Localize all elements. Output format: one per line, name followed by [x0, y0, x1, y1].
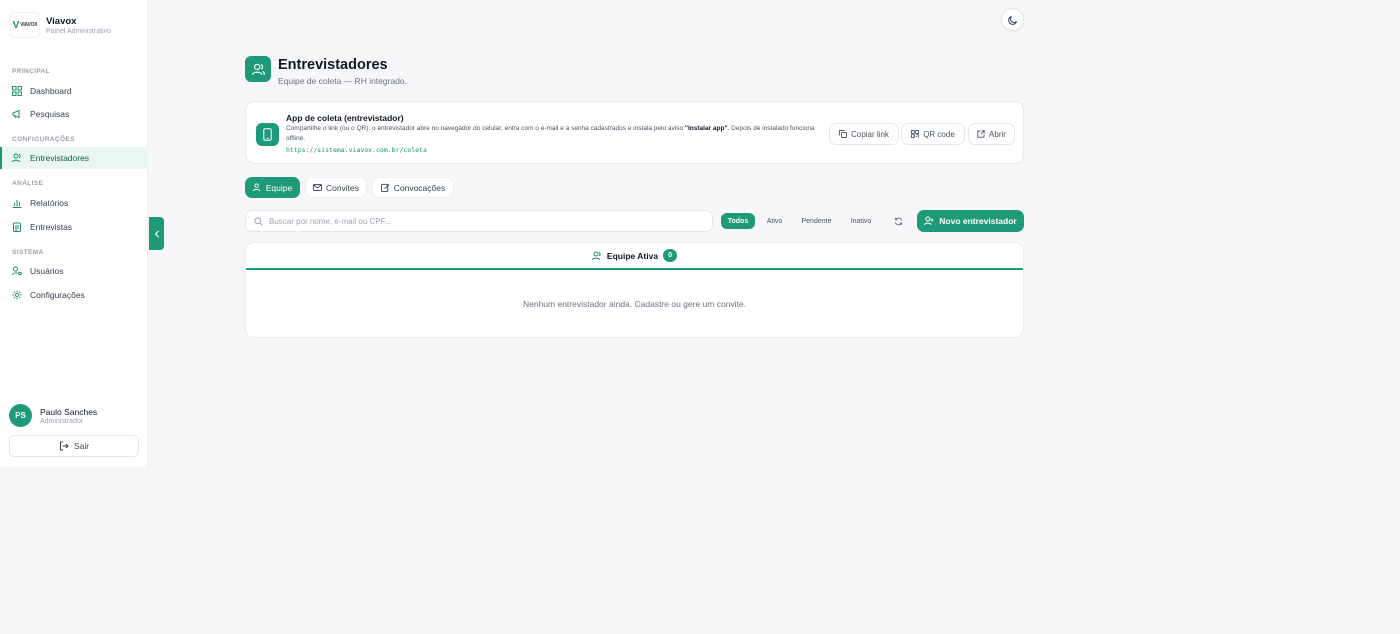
nav-section-sistema: SISTEMA	[12, 249, 44, 256]
search-icon	[254, 216, 263, 226]
megaphone-icon	[12, 109, 22, 119]
copy-link-button[interactable]: Copiar link	[829, 123, 899, 145]
tab-convocacoes[interactable]: Convocações	[372, 177, 454, 198]
tab-label: Convites	[325, 182, 360, 193]
new-interviewer-button[interactable]: Novo entrevistador	[917, 210, 1024, 232]
logout-icon	[59, 441, 69, 451]
logout-label: Sair	[73, 441, 90, 451]
team-count-badge: 0	[663, 249, 678, 262]
sidebar-item-label: Dashboard	[30, 86, 72, 96]
tab-convites[interactable]: Convites	[305, 177, 367, 198]
users-icon	[591, 251, 602, 261]
sidebar-item-label: Pesquisas	[30, 109, 70, 119]
bar-chart-icon	[12, 198, 22, 208]
logout-button[interactable]: Sair	[9, 435, 139, 457]
user-cog-icon	[12, 266, 22, 276]
search-input[interactable]	[269, 216, 689, 226]
app-card: App de coleta (entrevistador) Compartilh…	[245, 101, 1024, 164]
edit-icon	[380, 183, 390, 192]
sidebar-item-relatorios[interactable]: Relatórios	[0, 192, 148, 214]
brand[interactable]: V VIAVOX Viavox Painel Administrativo	[10, 12, 111, 38]
app-card-description: Compartilhe o link (ou o QR): o entrevis…	[286, 125, 815, 142]
sidebar-item-pesquisas[interactable]: Pesquisas	[0, 103, 148, 125]
search-field[interactable]	[245, 210, 713, 232]
open-app-button[interactable]: Abrir	[968, 123, 1015, 145]
sidebar-item-entrevistadores[interactable]: Entrevistadores	[0, 147, 148, 169]
external-link-icon	[977, 130, 985, 138]
qr-code-button[interactable]: QR code	[901, 123, 965, 145]
clipboard-icon	[12, 222, 22, 232]
nav-section-configuracoes: CONFIGURAÇÕES	[12, 136, 75, 143]
sidebar-item-label: Relatórios	[30, 198, 69, 208]
tab-label: Convocações	[393, 182, 446, 193]
copy-link-label: Copiar link	[851, 129, 889, 139]
brand-title: Viavox	[46, 15, 77, 27]
sidebar-item-entrevistas[interactable]: Entrevistas	[0, 216, 148, 238]
refresh-icon	[894, 217, 903, 226]
brand-logo: V VIAVOX	[10, 12, 40, 38]
user-plus-icon	[924, 216, 934, 226]
sidebar-item-label: Usuários	[30, 266, 64, 276]
smartphone-icon	[256, 123, 279, 146]
nav-section-analise: ANÁLISE	[12, 180, 44, 187]
users-icon	[251, 63, 265, 76]
theme-toggle-button[interactable]	[1001, 8, 1024, 31]
copy-icon	[839, 130, 848, 138]
qr-code-icon	[911, 130, 920, 138]
sidebar: V VIAVOX Viavox Painel Administrativo PRI…	[0, 0, 148, 466]
sidebar-item-dashboard[interactable]: Dashboard	[0, 80, 148, 102]
sidebar-item-usuarios[interactable]: Usuários	[0, 260, 148, 282]
users-icon	[12, 153, 22, 163]
app-card-link[interactable]: https://sistema.viavox.com.br/coleta	[286, 146, 427, 154]
page-subtitle: Equipe de coleta — RH integrado.	[278, 76, 407, 86]
tab-equipe[interactable]: Equipe	[245, 177, 300, 198]
sidebar-item-label: Entrevistas	[30, 222, 73, 232]
page-icon	[245, 56, 271, 82]
filter-inativo[interactable]: Inativo	[843, 213, 879, 229]
empty-state-message: Nenhum entrevistador ainda. Cadastre ou …	[522, 299, 746, 309]
refresh-button[interactable]	[890, 213, 906, 229]
new-interviewer-label: Novo entrevistador	[939, 216, 1017, 226]
brand-subtitle: Painel Administrativo	[46, 27, 111, 35]
team-panel-header: Equipe Ativa 0	[246, 243, 1023, 270]
filter-ativo[interactable]: Ativo	[760, 213, 789, 229]
chevron-left-icon	[154, 230, 160, 238]
open-app-label: Abrir	[989, 129, 1006, 139]
user-role: Administrador	[40, 417, 84, 425]
tab-label: Equipe	[265, 182, 293, 193]
team-panel-title: Equipe Ativa	[606, 250, 659, 261]
sidebar-item-label: Entrevistadores	[30, 153, 90, 163]
sidebar-item-label: Configurações	[30, 290, 85, 300]
qr-code-label: QR code	[923, 129, 955, 139]
moon-icon	[1007, 15, 1018, 25]
sidebar-item-configuracoes[interactable]: Configurações	[0, 284, 148, 306]
page-title: Entrevistadores	[278, 57, 388, 73]
gear-icon	[12, 290, 22, 300]
team-panel: Equipe Ativa 0 Nenhum entrevistador aind…	[245, 242, 1024, 338]
user-name: Paulo Sanches	[40, 406, 98, 417]
grid-icon	[12, 86, 22, 96]
sidebar-collapse-button[interactable]	[149, 217, 164, 250]
user-profile: PS Paulo Sanches Administrador	[9, 404, 97, 427]
mail-icon	[312, 183, 322, 192]
filter-todos[interactable]: Todos	[721, 213, 755, 229]
users-icon	[252, 183, 262, 192]
avatar: PS	[9, 404, 32, 427]
filter-pendente[interactable]: Pendente	[795, 213, 838, 229]
nav-section-principal: PRINCIPAL	[12, 68, 51, 75]
app-card-title: App de coleta (entrevistador)	[286, 113, 404, 123]
